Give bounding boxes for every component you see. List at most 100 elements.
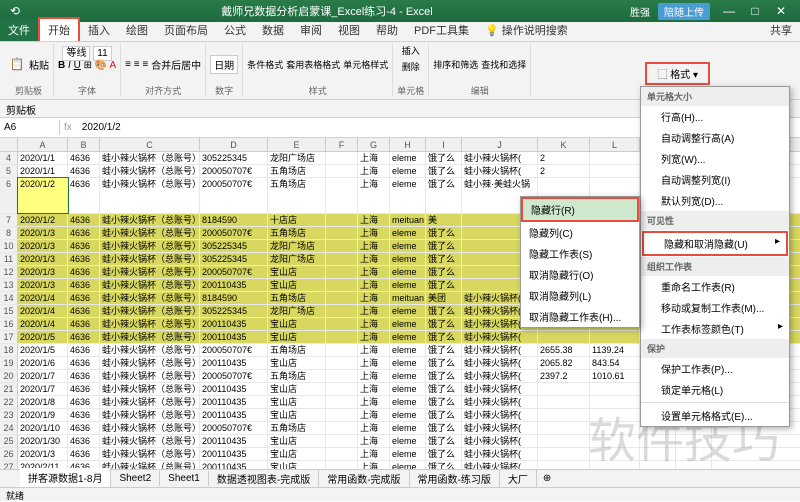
cell[interactable]: 饿了么 — [426, 331, 462, 343]
merge-button[interactable]: 合并后居中 — [151, 57, 201, 72]
cell[interactable]: 五角场店 — [268, 178, 326, 213]
cell[interactable]: 上海 — [358, 305, 390, 317]
table-format-button[interactable]: 套用表格格式 — [286, 58, 340, 71]
cell[interactable]: 上海 — [358, 435, 390, 447]
fill-color-button[interactable]: 🎨 — [95, 60, 107, 71]
share-button[interactable]: 共享 — [762, 19, 800, 41]
cell[interactable]: 蛙小辣火锅杯（总账号） — [100, 448, 200, 460]
cell[interactable]: 上海 — [358, 409, 390, 421]
cell[interactable]: 龙阳广场店 — [268, 240, 326, 252]
cell[interactable]: 305225345 — [200, 253, 268, 265]
cell[interactable]: 蛙小辣火锅杯（总账号） — [100, 292, 200, 304]
cell[interactable]: 饿了么 — [426, 435, 462, 447]
cell[interactable]: 蛙小辣火锅杯（总账号） — [100, 422, 200, 434]
menu-move-sheet[interactable]: 移动或复制工作表(M)... — [641, 297, 789, 318]
tab-home[interactable]: 开始 — [38, 17, 80, 41]
cell[interactable]: 1010.61 — [590, 370, 640, 382]
cell[interactable]: 蛙小辣火锅杯（总账号） — [100, 370, 200, 382]
cell[interactable]: eleme — [390, 409, 426, 421]
cell[interactable]: 饿了么 — [426, 266, 462, 278]
cell[interactable] — [590, 409, 640, 421]
size-select[interactable]: 11 — [93, 46, 111, 61]
cell[interactable]: 4636 — [68, 152, 100, 164]
cell[interactable]: 2020/1/1 — [18, 165, 68, 177]
font-color-button[interactable]: A — [109, 60, 116, 71]
cell[interactable]: 4636 — [68, 383, 100, 395]
cell[interactable]: 上海 — [358, 422, 390, 434]
cell[interactable] — [326, 422, 358, 434]
cell[interactable]: 饿了么 — [426, 227, 462, 239]
cell[interactable]: 宝山店 — [268, 266, 326, 278]
cell[interactable]: 蛙小辣火锅杯（总账号） — [100, 383, 200, 395]
col-header[interactable]: H — [390, 138, 426, 151]
cell[interactable]: 4636 — [68, 178, 100, 213]
menu-col-width[interactable]: 列宽(W)... — [641, 148, 789, 169]
cell[interactable]: 305225345 — [200, 305, 268, 317]
cell[interactable]: 上海 — [358, 318, 390, 330]
cell[interactable]: meituan — [390, 292, 426, 304]
col-header[interactable]: D — [200, 138, 268, 151]
cell[interactable]: 4636 — [68, 253, 100, 265]
cell[interactable]: 200110435 — [200, 409, 268, 421]
cell[interactable]: 蛙小辣火锅杯（总账号） — [100, 152, 200, 164]
row-header[interactable]: 24 — [0, 422, 18, 434]
cell[interactable] — [590, 422, 640, 434]
cell[interactable] — [326, 279, 358, 291]
cell[interactable]: 上海 — [358, 383, 390, 395]
cell[interactable]: 2020/1/2 — [18, 178, 68, 213]
cell[interactable]: 蛙小辣火锅杯（总账号） — [100, 357, 200, 369]
cell[interactable]: 蛙小辣火锅杯（总账号） — [100, 253, 200, 265]
cell[interactable] — [538, 422, 590, 434]
sheet-tab[interactable]: 常用函数-练习版 — [410, 469, 500, 488]
submenu-hide-sheet[interactable]: 隐藏工作表(S) — [521, 243, 639, 264]
cell[interactable]: 上海 — [358, 253, 390, 265]
cell[interactable] — [326, 253, 358, 265]
cell[interactable] — [538, 331, 590, 343]
cell[interactable]: 843.54 — [590, 357, 640, 369]
cell[interactable]: 饿了么 — [426, 152, 462, 164]
col-header[interactable]: C — [100, 138, 200, 151]
cell[interactable]: 蛙小辣火锅杯( — [462, 396, 538, 408]
cell[interactable]: 蛙小辣火锅杯（总账号） — [100, 214, 200, 226]
cell[interactable]: 2020/1/9 — [18, 409, 68, 421]
cell[interactable] — [590, 165, 640, 177]
col-header[interactable]: I — [426, 138, 462, 151]
cell[interactable]: 饿了么 — [426, 318, 462, 330]
cell[interactable]: 饿了么 — [426, 383, 462, 395]
col-header[interactable]: B — [68, 138, 100, 151]
cell[interactable]: eleme — [390, 178, 426, 213]
row-header[interactable]: 21 — [0, 383, 18, 395]
cell[interactable]: 2020/1/5 — [18, 344, 68, 356]
tab-review[interactable]: 审阅 — [292, 19, 330, 41]
cell[interactable]: 4636 — [68, 279, 100, 291]
cell[interactable] — [326, 214, 358, 226]
cell[interactable]: eleme — [390, 370, 426, 382]
cell[interactable]: 蛙小辣火锅杯（总账号） — [100, 266, 200, 278]
row-header[interactable]: 5 — [0, 165, 18, 177]
menu-autofit-col[interactable]: 自动调整列宽(I) — [641, 169, 789, 190]
cell[interactable] — [590, 152, 640, 164]
row-header[interactable]: 4 — [0, 152, 18, 164]
cell[interactable]: 蛙小辣火锅杯（总账号） — [100, 435, 200, 447]
name-box[interactable]: A6 — [0, 120, 60, 135]
cell[interactable]: 4636 — [68, 214, 100, 226]
tab-view[interactable]: 视图 — [330, 19, 368, 41]
paste-icon[interactable]: 📋 — [8, 55, 26, 73]
submenu-hide-rows[interactable]: 隐藏行(R) — [521, 197, 639, 222]
cell[interactable]: 200110435 — [200, 435, 268, 447]
row-header[interactable]: 26 — [0, 448, 18, 460]
cell[interactable]: 305225345 — [200, 152, 268, 164]
cell[interactable]: eleme — [390, 357, 426, 369]
cell[interactable]: eleme — [390, 240, 426, 252]
cell[interactable]: 龙阳广场店 — [268, 253, 326, 265]
cell[interactable]: eleme — [390, 318, 426, 330]
cell[interactable]: 宝山店 — [268, 396, 326, 408]
cell[interactable]: 4636 — [68, 370, 100, 382]
cell[interactable]: 五角场店 — [268, 227, 326, 239]
cell[interactable] — [326, 318, 358, 330]
cell[interactable]: 饿了么 — [426, 279, 462, 291]
cell[interactable] — [590, 435, 640, 447]
cell[interactable]: 蛙小辣火锅杯( — [462, 357, 538, 369]
cell[interactable]: 4636 — [68, 357, 100, 369]
row-header[interactable]: 14 — [0, 292, 18, 304]
